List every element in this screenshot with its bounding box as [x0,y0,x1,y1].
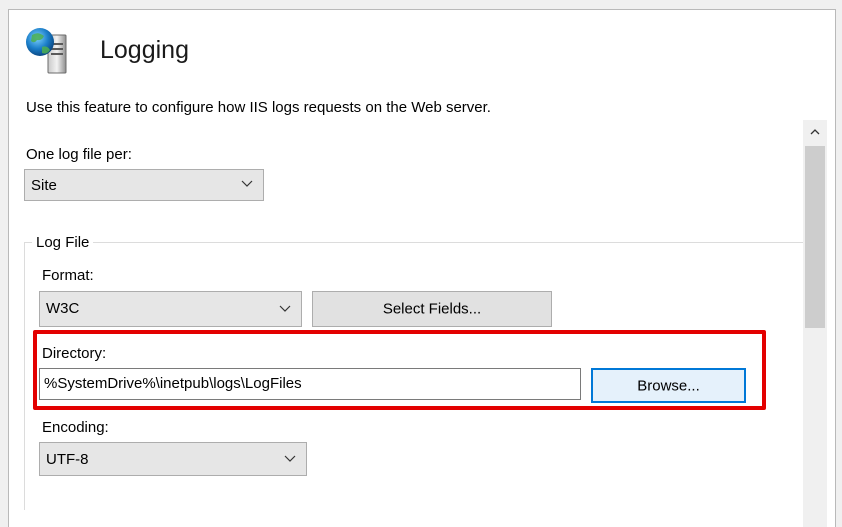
format-label: Format: [42,267,94,284]
directory-highlight-box [33,330,766,410]
one-log-file-per-label: One log file per: [26,146,132,163]
encoding-label: Encoding: [42,419,109,436]
select-fields-button-label: Select Fields... [382,300,482,318]
log-file-group-label: Log File [32,233,94,253]
chevron-down-icon [279,305,291,312]
chevron-up-icon [810,129,820,135]
encoding-dropdown[interactable]: UTF-8 [39,442,307,476]
window-frame-top [0,0,842,10]
select-fields-button[interactable]: Select Fields... [312,291,552,327]
page-title: Logging [100,36,189,64]
format-dropdown[interactable]: W3C [39,291,302,327]
scroll-up-button[interactable] [803,120,827,144]
scrollbar-thumb[interactable] [805,146,825,328]
encoding-value: UTF-8 [46,451,89,468]
window-frame-left [0,9,9,527]
feature-description: Use this feature to configure how IIS lo… [26,99,491,116]
one-log-file-per-dropdown[interactable]: Site [24,169,264,201]
one-log-file-per-value: Site [31,177,57,194]
chevron-down-icon [241,180,253,187]
globe-server-icon [22,25,74,77]
format-value: W3C [46,300,80,317]
chevron-down-icon [284,455,296,462]
window-frame-right [835,9,842,527]
